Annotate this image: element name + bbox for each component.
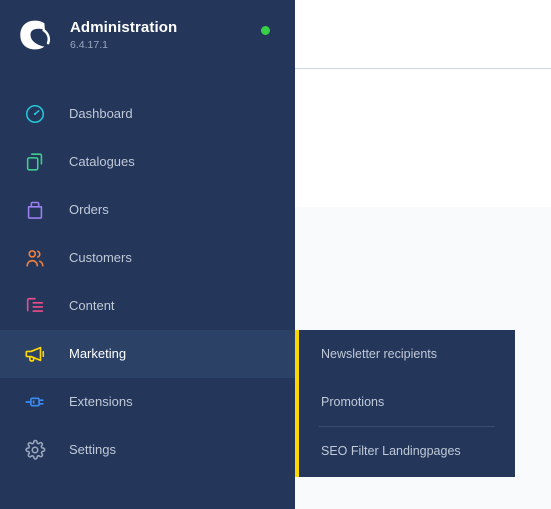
sidebar-nav: Dashboard Catalogues Orders Customers Co…: [0, 90, 295, 474]
admin-window: Administration 6.4.17.1 Dashboard Catalo…: [0, 0, 551, 509]
sidebar-item-extensions[interactable]: Extensions: [0, 378, 295, 426]
flyout-item-newsletter-recipients[interactable]: Newsletter recipients: [299, 330, 515, 378]
sidebar-item-label: Extensions: [69, 394, 133, 409]
sidebar-item-label: Settings: [69, 442, 116, 457]
app-title: Administration: [70, 18, 178, 36]
brand-text-block: Administration 6.4.17.1: [70, 19, 177, 52]
layers-icon: [22, 149, 48, 175]
marketing-flyout-menu: Newsletter recipients Promotions SEO Fil…: [295, 330, 515, 477]
content-icon: [22, 293, 48, 319]
bag-icon: [22, 197, 48, 223]
megaphone-icon: [22, 341, 48, 367]
sidebar-item-label: Marketing: [69, 346, 127, 361]
sidebar-item-label: Catalogues: [69, 154, 135, 169]
sidebar-item-label: Customers: [69, 250, 132, 265]
sidebar-item-content[interactable]: Content: [0, 282, 295, 330]
sidebar-item-customers[interactable]: Customers: [0, 234, 295, 282]
users-icon: [22, 245, 48, 271]
status-online-dot: [261, 26, 270, 35]
sidebar-item-label: Orders: [69, 202, 109, 217]
flyout-item-promotions[interactable]: Promotions: [299, 378, 515, 426]
gear-icon: [22, 437, 48, 463]
sidebar-item-settings[interactable]: Settings: [0, 426, 295, 474]
sidebar-item-catalogues[interactable]: Catalogues: [0, 138, 295, 186]
flyout-item-seo-filter-landingpages[interactable]: SEO Filter Landingpages: [299, 427, 515, 475]
sidebar: Administration 6.4.17.1 Dashboard Catalo…: [0, 0, 295, 509]
sidebar-item-dashboard[interactable]: Dashboard: [0, 90, 295, 138]
shopware-logo-icon: [18, 18, 52, 52]
flyout-item-list: Newsletter recipients Promotions SEO Fil…: [299, 330, 515, 475]
sidebar-item-label: Dashboard: [69, 106, 133, 121]
app-version: 6.4.17.1: [70, 38, 108, 51]
content-top-bar: [295, 0, 551, 69]
gauge-icon: [22, 101, 48, 127]
sidebar-item-orders[interactable]: Orders: [0, 186, 295, 234]
sidebar-item-label: Content: [69, 298, 115, 313]
sidebar-brand[interactable]: Administration 6.4.17.1: [0, 0, 295, 70]
plug-icon: [22, 389, 48, 415]
content-sub-bar: [295, 70, 551, 207]
sidebar-item-marketing[interactable]: Marketing: [0, 330, 295, 378]
